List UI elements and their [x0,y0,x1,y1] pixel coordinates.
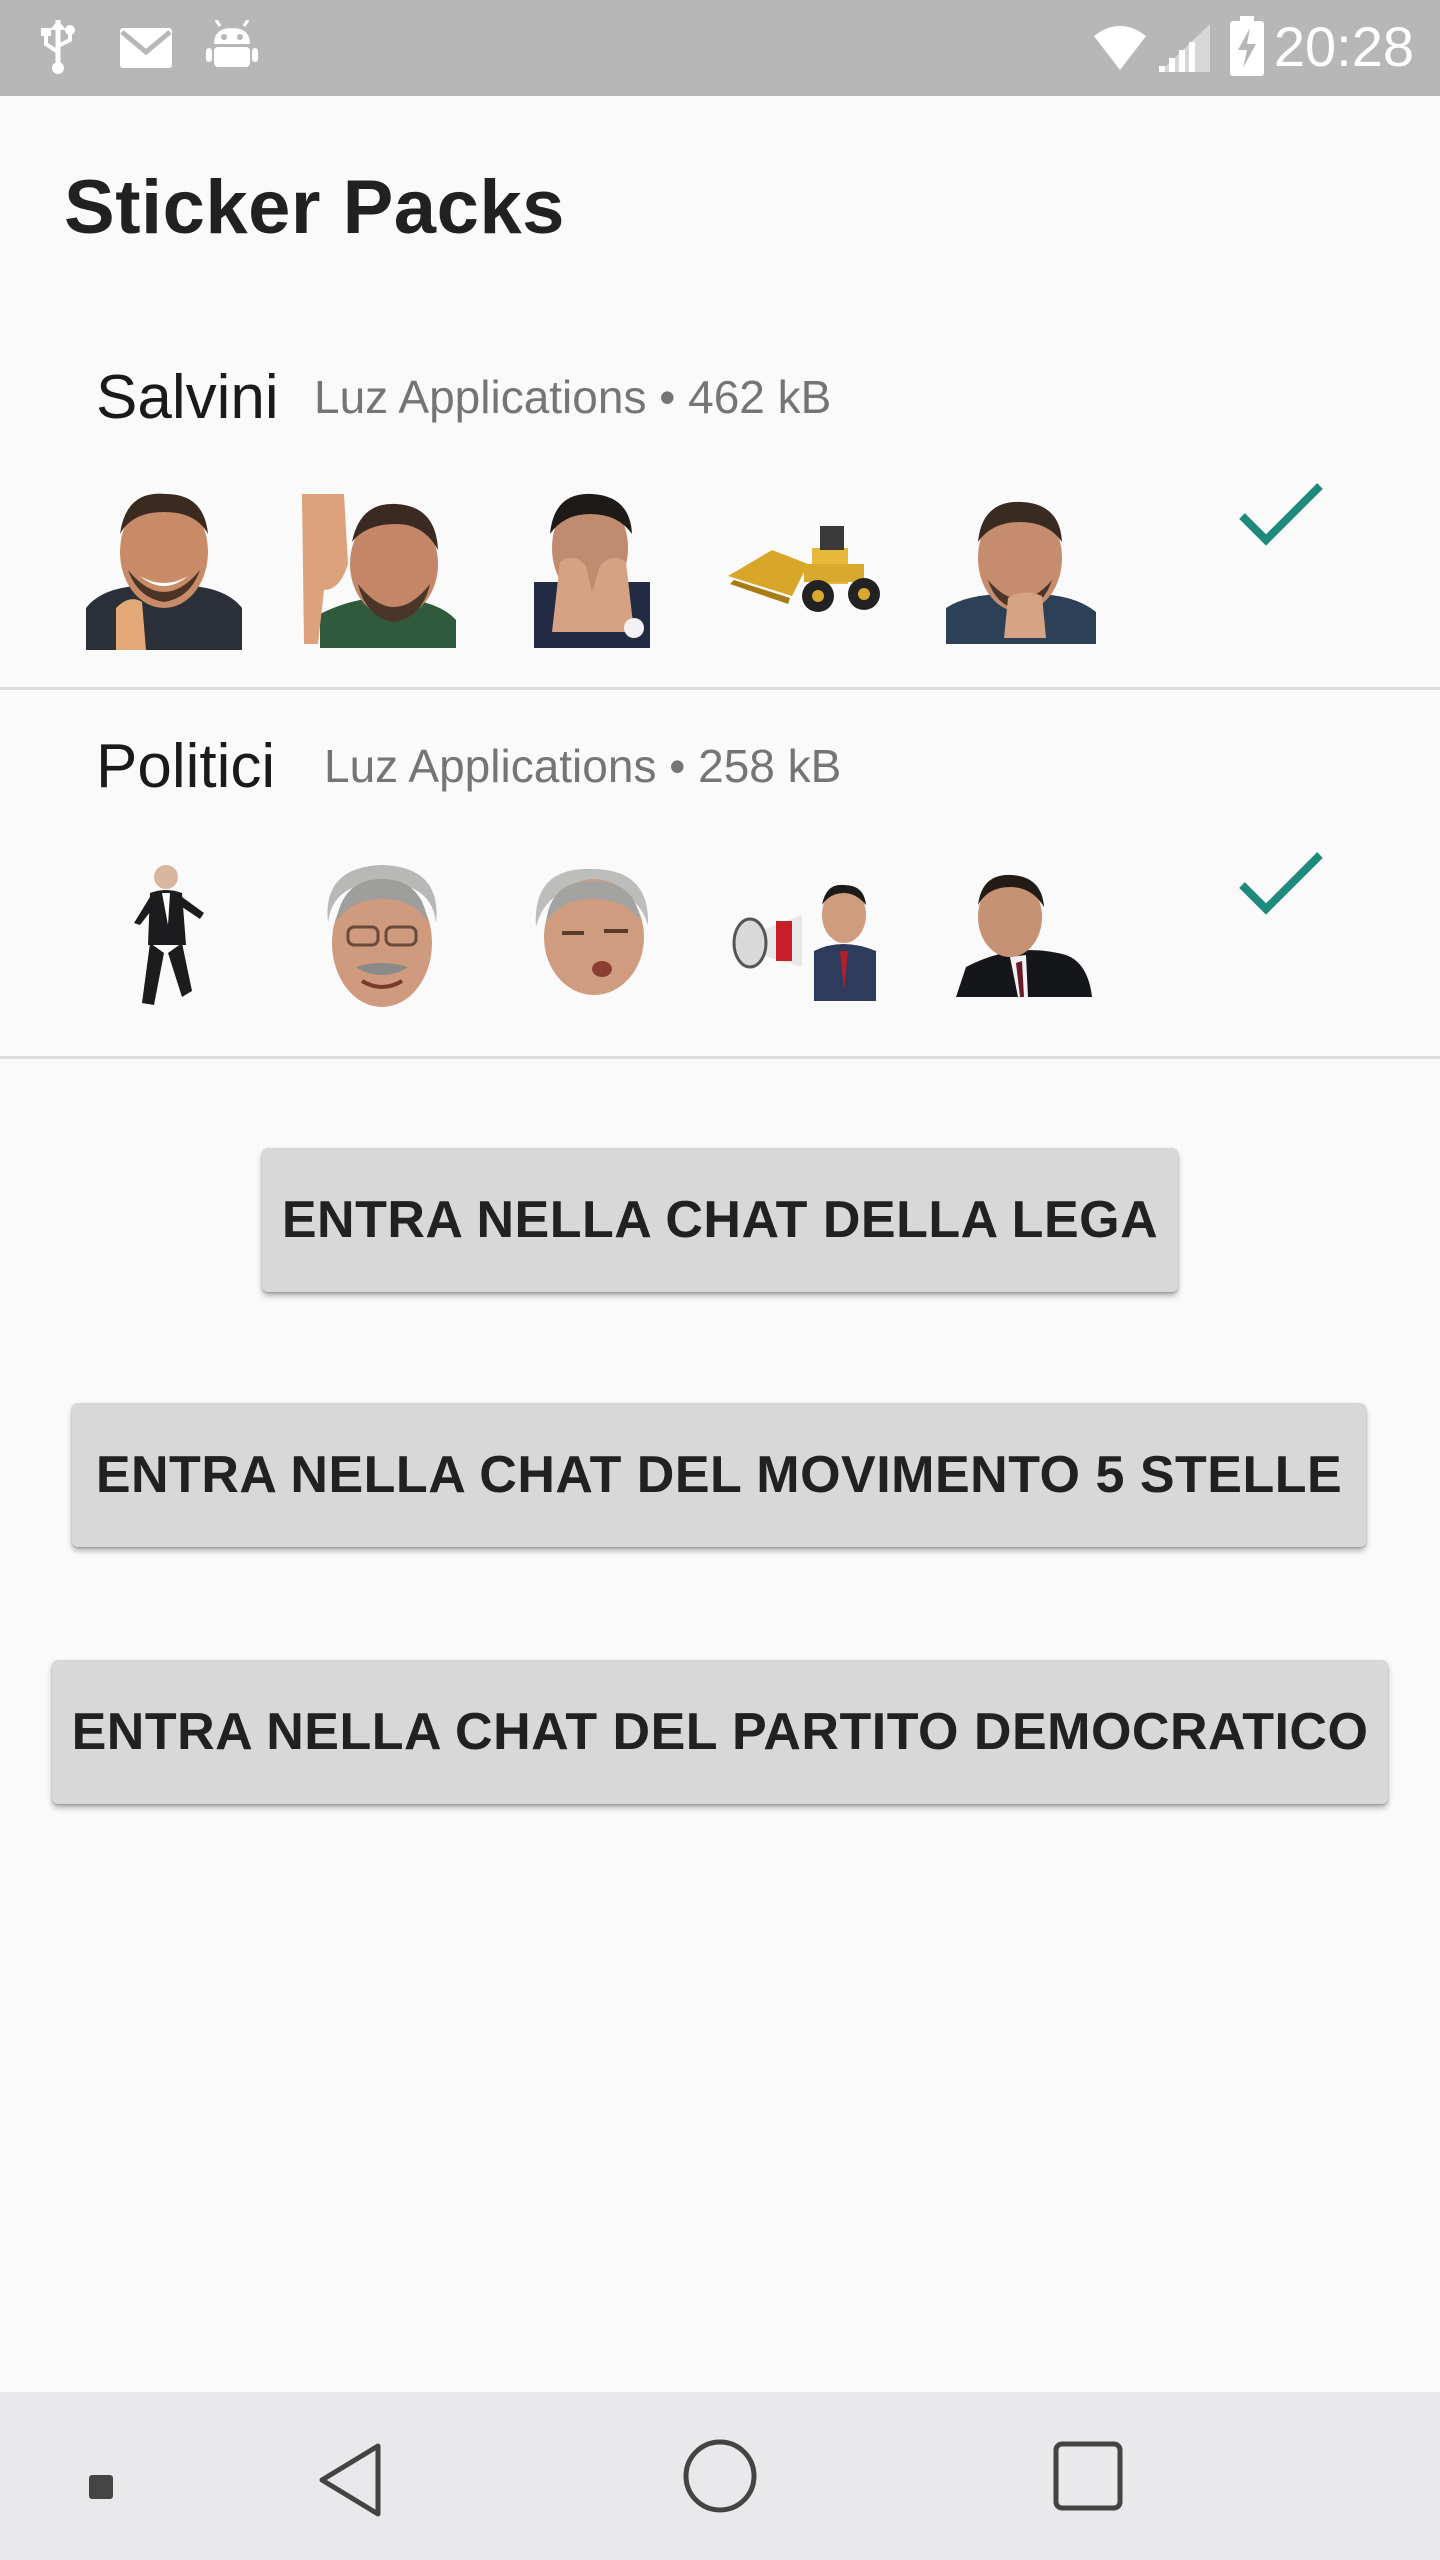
navigation-bar [0,2392,1440,2560]
sticker-preview-strip [0,691,1440,1059]
sticker-thumbnail [534,493,650,648]
sticker-thumbnail [86,493,242,650]
added-check-icon [1239,852,1323,915]
join-lega-chat-button[interactable]: ENTRA NELLA CHAT DELLA LEGA [262,1148,1178,1292]
sticker-thumbnail [134,865,204,1005]
clock: 20:28 [1273,15,1414,78]
back-icon[interactable] [316,2440,386,2520]
battery-charging-icon [1230,16,1264,76]
home-icon[interactable] [682,2438,758,2514]
signal-icon [1159,24,1210,72]
sticker-thumbnail [946,501,1096,644]
status-bar: 20:28 [0,0,1440,96]
sticker-preview-strip [0,322,1440,690]
gmail-icon [120,28,172,68]
square-dot-icon[interactable] [88,2474,114,2500]
sticker-thumbnail [732,884,876,1001]
sticker-pack-row[interactable]: Politici Luz Applications • 258 kB [0,691,1440,1059]
sticker-thumbnail [327,865,437,1007]
added-check-icon [1239,483,1323,546]
sticker-thumbnail [956,874,1092,997]
sticker-thumbnail [302,494,456,648]
sticker-thumbnail [535,868,649,995]
recents-icon[interactable] [1052,2440,1124,2512]
sticker-pack-row[interactable]: Salvini Luz Applications • 462 kB [0,322,1440,690]
usb-icon [41,20,75,74]
join-m5s-chat-button[interactable]: ENTRA NELLA CHAT DEL MOVIMENTO 5 STELLE [72,1403,1366,1547]
divider [0,1056,1440,1059]
wifi-icon [1094,26,1146,70]
sticker-thumbnail [728,526,880,612]
join-pd-chat-button[interactable]: ENTRA NELLA CHAT DEL PARTITO DEMOCRATICO [52,1660,1388,1804]
divider [0,687,1440,690]
android-debug-icon [206,20,258,67]
page-title: Sticker Packs [64,165,565,250]
